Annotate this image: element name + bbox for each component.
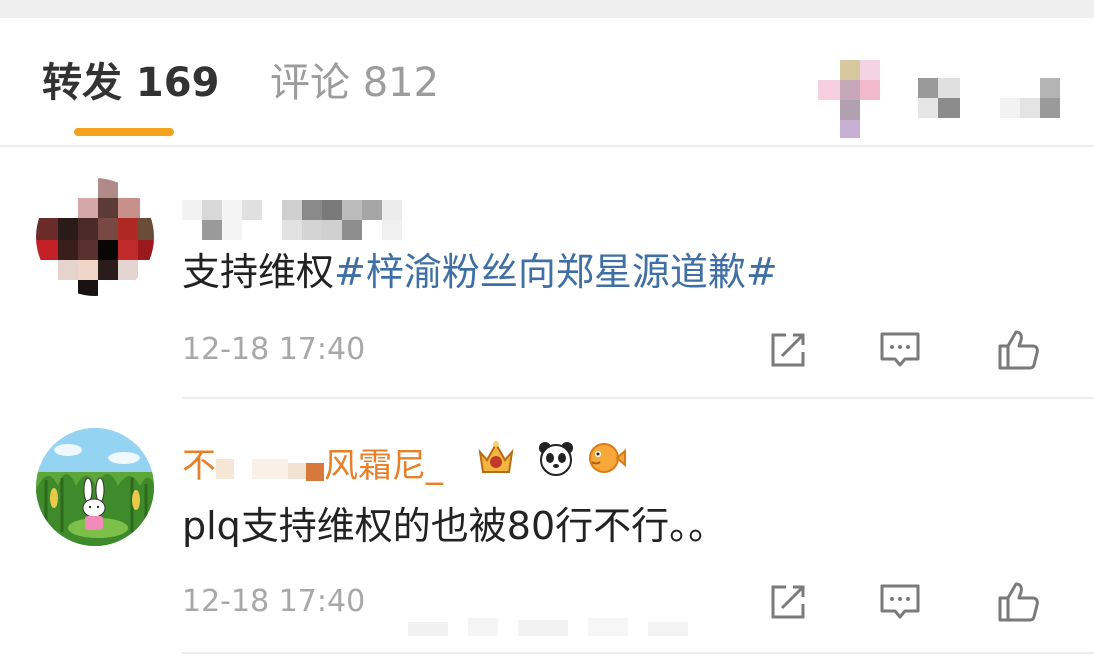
comment-item: 支持维权#梓渝粉丝向郑星源道歉# 12-18 17:40 [0, 146, 1094, 399]
share-icon [771, 585, 805, 619]
pufferfish-icon[interactable] [586, 438, 626, 478]
panda-icon[interactable] [536, 438, 576, 478]
watermark-pixelation [408, 616, 688, 638]
crown-badge-icon[interactable] [476, 438, 516, 478]
pixelated-avatar-image [36, 178, 154, 296]
hashtag-link[interactable]: #梓渝粉丝向郑星源道歉# [334, 250, 778, 294]
pixelated-avatar-2[interactable] [918, 78, 962, 120]
username[interactable]: 不 风霜尼_ [182, 438, 443, 487]
share-button[interactable] [766, 328, 810, 372]
comment-content: 支持维权#梓渝粉丝向郑星源道歉# [182, 248, 778, 296]
thumbs-up-icon [998, 582, 1039, 622]
like-button[interactable] [996, 328, 1040, 372]
share-button[interactable] [766, 580, 810, 624]
comment-timestamp: 12-18 17:40 [182, 332, 366, 367]
tab-bar: 转发 169 评论 812 [0, 18, 1094, 147]
comment-separator [182, 652, 1094, 654]
username-suffix: 风霜尼_ [324, 446, 443, 486]
tab-comments[interactable]: 评论 812 [270, 58, 439, 108]
comment-item: 不 风霜尼_ plq支持维权的也被80行不行。。 12-18 17:40 [0, 398, 1094, 656]
avatar[interactable] [36, 428, 154, 546]
comment-icon [880, 584, 920, 619]
pixelated-avatar-3[interactable] [1000, 78, 1062, 120]
pixelated-username[interactable] [182, 200, 422, 242]
avatar-image [36, 428, 154, 546]
comment-text: 支持维权 [182, 250, 335, 294]
share-icon [771, 333, 805, 367]
pixelated-avatar-1[interactable] [818, 60, 880, 138]
username-prefix: 不 [182, 446, 216, 486]
username-pixelation [216, 449, 324, 483]
comment-icon [880, 332, 920, 367]
like-button[interactable] [996, 580, 1040, 624]
tab-reposts[interactable]: 转发 169 [42, 58, 219, 108]
thumbs-up-icon [998, 330, 1039, 370]
active-tab-indicator [74, 128, 174, 136]
comment-button[interactable] [878, 328, 922, 372]
top-strip [0, 0, 1094, 18]
comment-content: plq支持维权的也被80行不行。。 [182, 504, 727, 548]
avatar[interactable] [36, 178, 154, 296]
comment-timestamp: 12-18 17:40 [182, 584, 366, 619]
comment-button[interactable] [878, 580, 922, 624]
